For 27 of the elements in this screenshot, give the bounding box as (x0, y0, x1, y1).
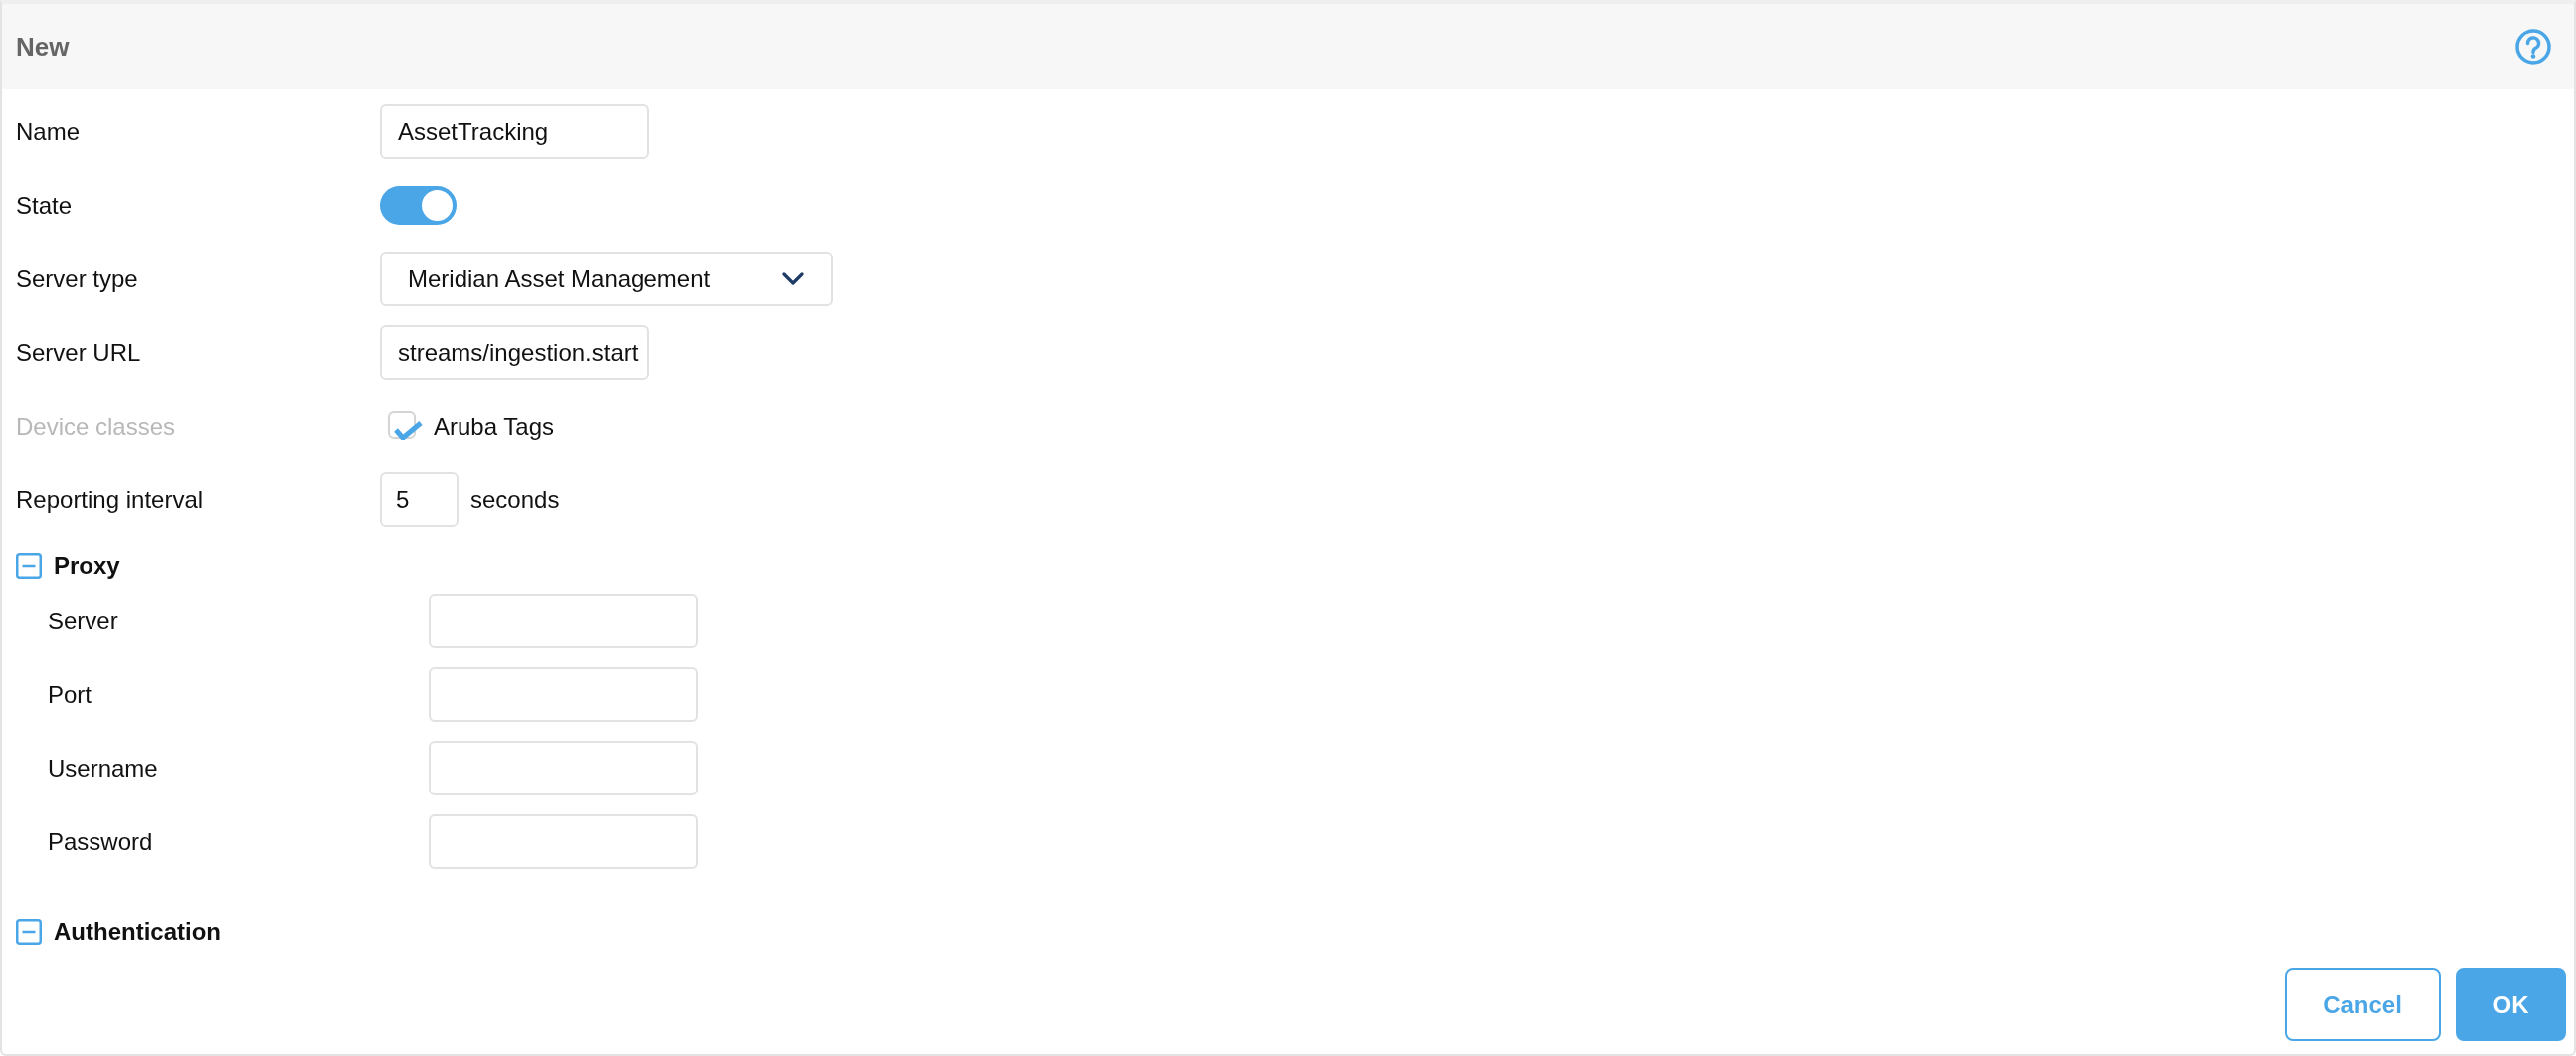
field-label: Server URL (16, 338, 142, 367)
field-label: Reporting interval (16, 485, 205, 514)
text-field[interactable] (429, 594, 698, 648)
field-label: Port (48, 680, 92, 709)
text-field[interactable]: streams/ingestion.start (380, 325, 649, 380)
text-field[interactable] (429, 667, 698, 722)
section-title[interactable]: Proxy (54, 552, 120, 580)
minus-square-icon[interactable] (16, 919, 42, 945)
dialog-title: New (16, 31, 70, 63)
toggle-switch[interactable] (380, 186, 457, 225)
text-field[interactable] (429, 741, 698, 795)
dropdown-field[interactable]: Meridian Asset Management (380, 252, 833, 306)
field-label: State (16, 191, 74, 220)
section-title[interactable]: Authentication (54, 918, 221, 946)
chevron-down-icon (782, 272, 804, 285)
help-icon[interactable] (2515, 29, 2551, 65)
minus-square-icon[interactable] (16, 553, 42, 579)
text-field[interactable] (429, 814, 698, 869)
unit-label: seconds (470, 485, 560, 514)
field-label: Server (48, 607, 119, 635)
field-label: Device classes (16, 412, 177, 440)
field-label: Password (48, 827, 154, 856)
text-field[interactable]: AssetTracking (380, 104, 649, 159)
number-field[interactable]: 5 (380, 472, 459, 527)
field-label: Username (48, 754, 159, 783)
field-label: Server type (16, 264, 139, 293)
field-label: Name (16, 117, 82, 146)
